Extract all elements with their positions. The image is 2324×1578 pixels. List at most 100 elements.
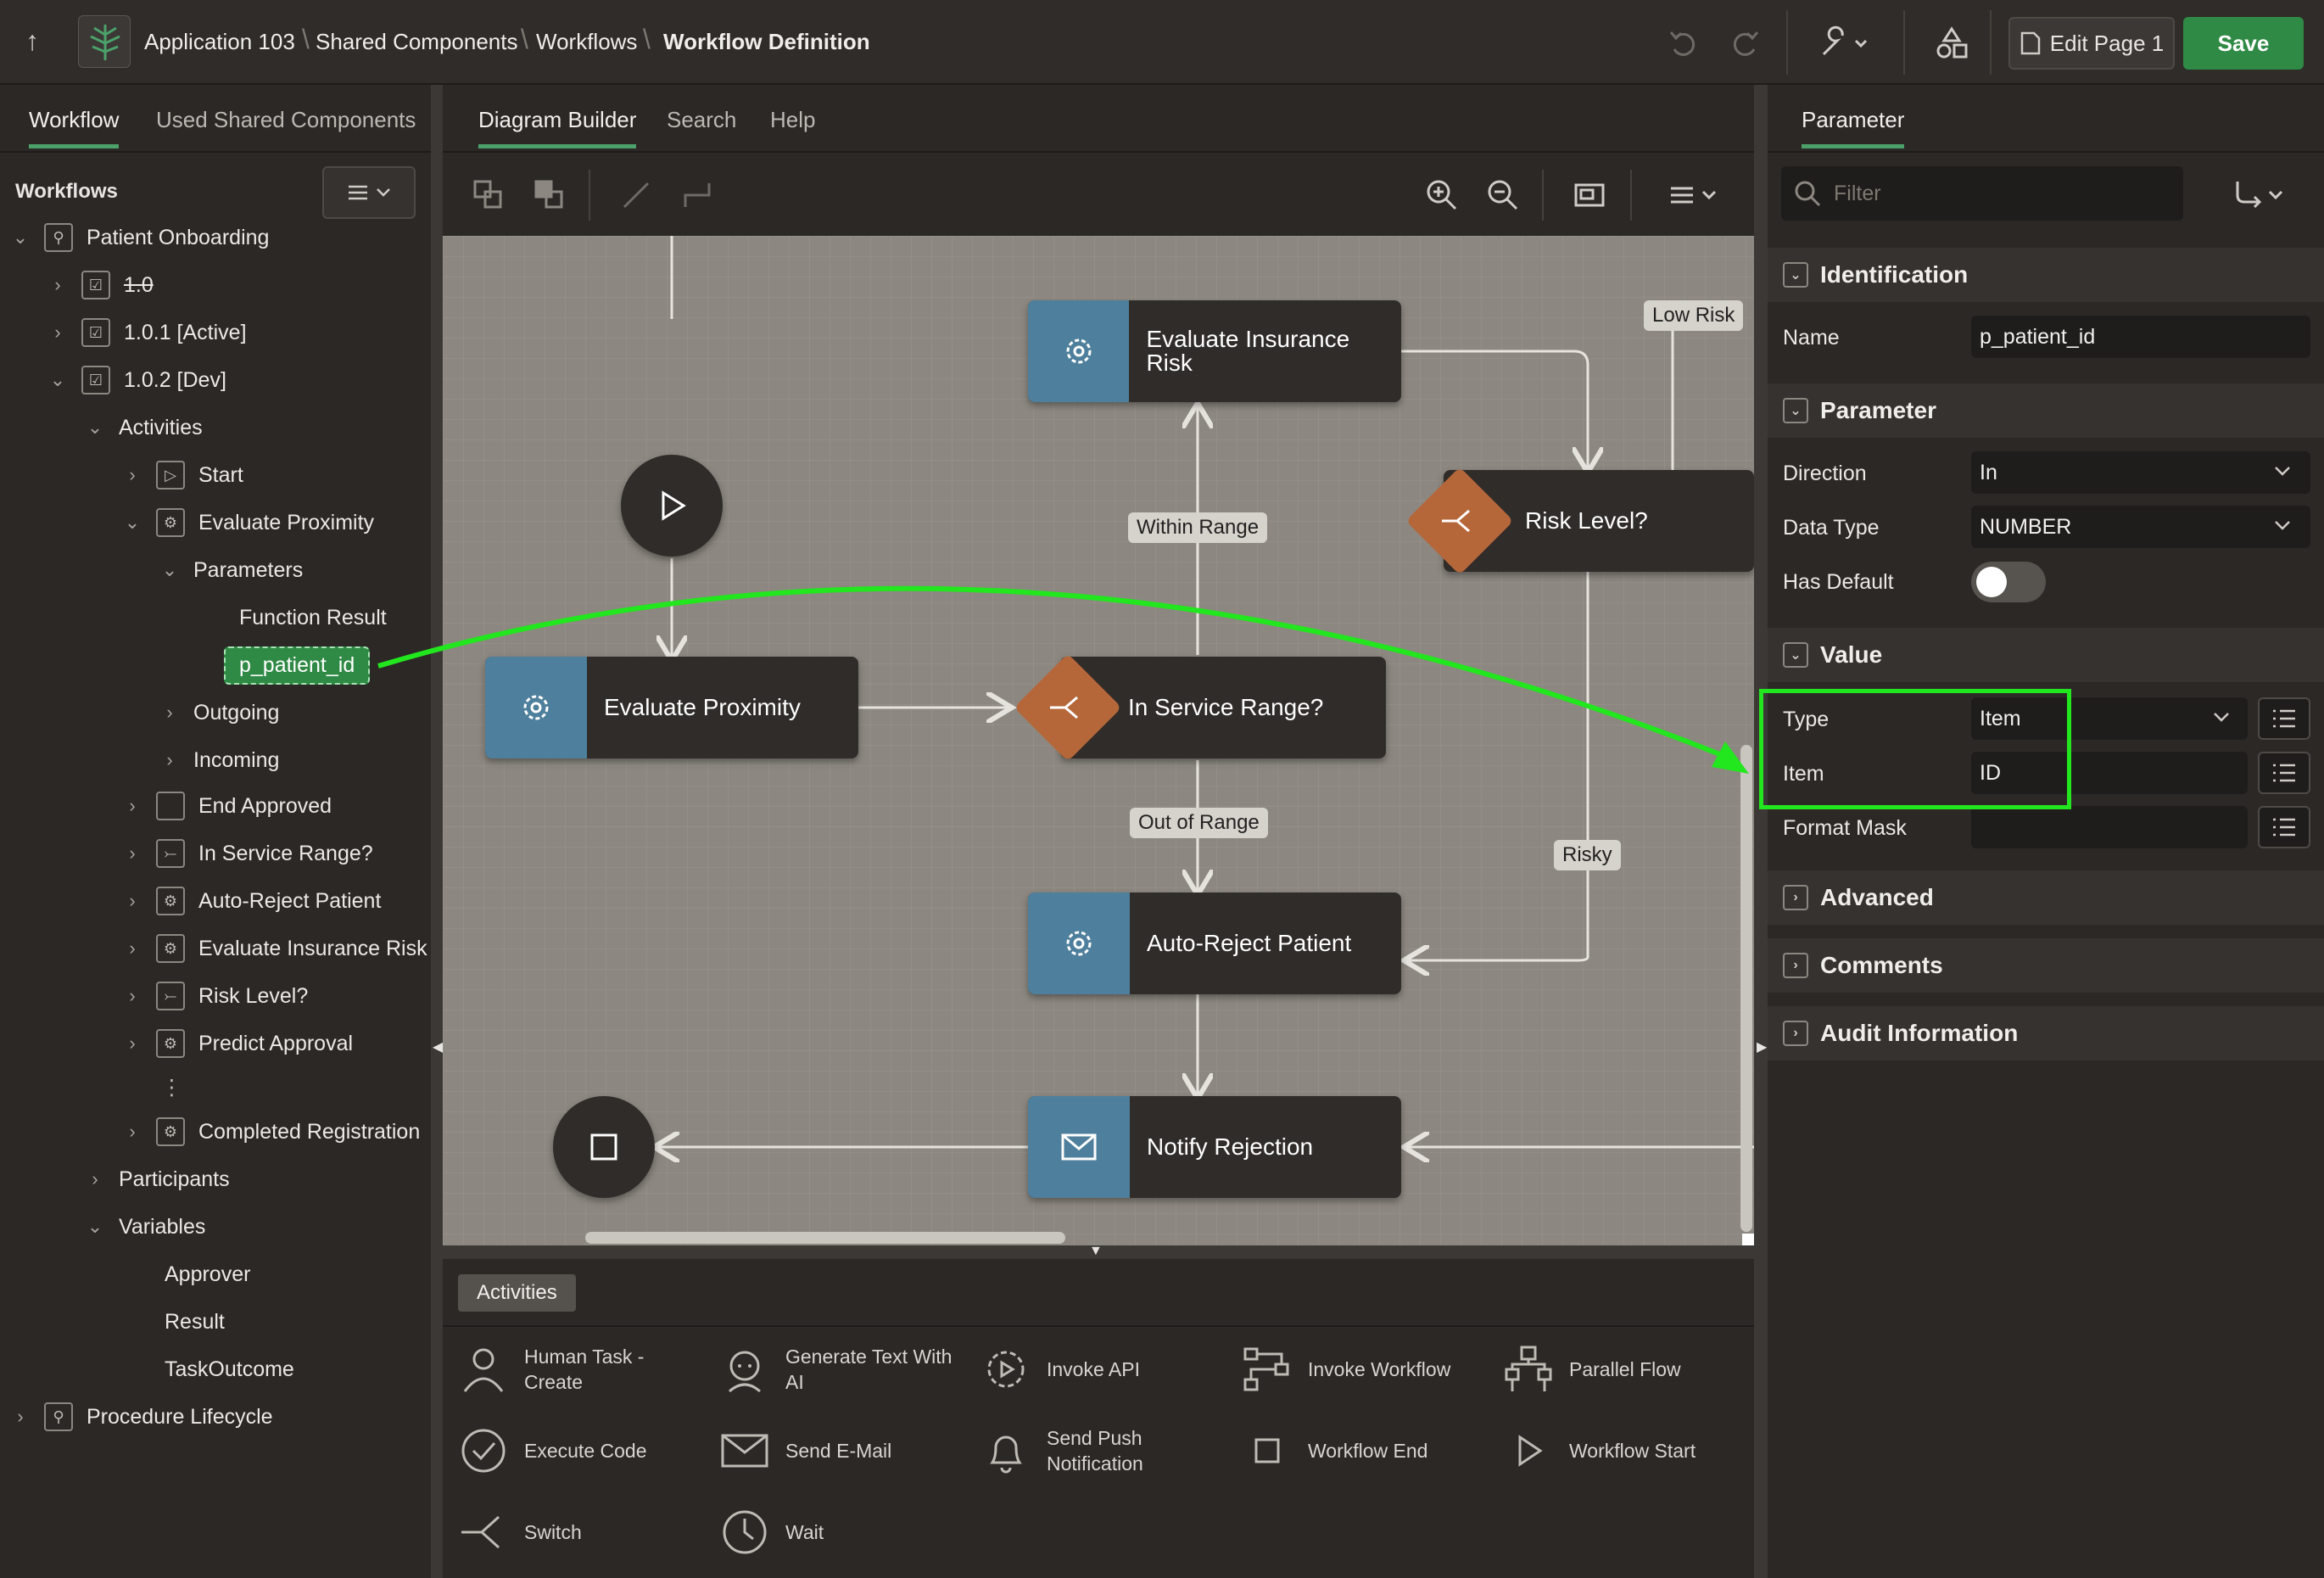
chevron-right-icon[interactable]: › — [122, 464, 142, 486]
tree-menu-button[interactable] — [322, 166, 416, 219]
chevron-down-icon[interactable]: ⌄ — [85, 417, 105, 439]
tree-node-variables[interactable]: ⌄ Variables — [85, 1203, 206, 1251]
palette-item-switch[interactable]: Switch — [458, 1507, 582, 1558]
tree-node-activities[interactable]: ⌄ Activities — [85, 404, 203, 451]
palette-item-invoke-api[interactable]: Invoke API — [980, 1344, 1140, 1395]
tab-help[interactable]: Help — [770, 107, 815, 133]
group-advanced[interactable]: › Advanced — [1768, 870, 2324, 925]
undo-icon[interactable] — [1664, 24, 1703, 63]
chevron-down-icon[interactable]: ⌄ — [1783, 398, 1808, 423]
tree-node-procedure-lifecycle[interactable]: › ⚲ Procedure Lifecycle — [10, 1393, 273, 1441]
palette-item-workflow-end[interactable]: Workflow End — [1242, 1425, 1427, 1476]
chevron-right-icon[interactable]: › — [159, 702, 180, 724]
group-parameter[interactable]: ⌄ Parameter — [1768, 383, 2324, 438]
palette-tab-activities[interactable]: Activities — [458, 1274, 576, 1312]
up-arrow-icon[interactable]: ↑ — [25, 25, 53, 59]
tree-node-participants[interactable]: › Participants — [85, 1156, 229, 1203]
tree-node-taskoutcome[interactable]: TaskOutcome — [165, 1346, 294, 1393]
chevron-down-icon[interactable]: ⌄ — [159, 559, 180, 581]
tab-search[interactable]: Search — [667, 107, 736, 133]
palette-item-wait[interactable]: Wait — [719, 1507, 824, 1558]
chevron-down-icon[interactable]: ⌄ — [85, 1216, 105, 1238]
tree-node-evaluate-proximity[interactable]: ⌄ ⚙ Evaluate Proximity — [122, 499, 374, 546]
chevron-right-icon[interactable]: › — [122, 937, 142, 960]
app-logo-icon[interactable] — [78, 15, 131, 68]
chevron-right-icon[interactable]: › — [122, 842, 142, 865]
tree-node-version-1-0-2[interactable]: ⌄ ☑ 1.0.2 [Dev] — [47, 356, 226, 404]
chevron-right-icon[interactable]: › — [122, 1121, 142, 1143]
chevron-right-icon[interactable]: › — [1783, 885, 1808, 910]
name-field[interactable]: p_patient_id — [1971, 316, 2310, 358]
tab-workflow[interactable]: Workflow — [29, 107, 120, 148]
group-value[interactable]: ⌄ Value — [1768, 628, 2324, 682]
palette-item-invoke-workflow[interactable]: Invoke Workflow — [1242, 1344, 1450, 1395]
right-splitter[interactable]: ▶ — [1754, 85, 1768, 1578]
node-auto-reject-patient[interactable]: Auto-Reject Patient — [1028, 893, 1401, 994]
tree-node-approver[interactable]: Approver — [165, 1251, 250, 1298]
chevron-down-icon[interactable]: ⌄ — [47, 369, 68, 391]
tree-node-in-service-range[interactable]: › ⤚ In Service Range? — [122, 830, 373, 877]
collapse-right-arrow-icon[interactable]: ▶ — [1757, 1038, 1767, 1055]
tree-node-auto-reject-patient[interactable]: › ⚙ Auto-Reject Patient — [122, 877, 381, 925]
fit-to-screen-icon[interactable] — [1571, 176, 1608, 214]
edge-label-out-of-range[interactable]: Out of Range — [1130, 808, 1268, 838]
chevron-right-icon[interactable]: › — [122, 1032, 142, 1055]
tab-used-shared-components[interactable]: Used Shared Components — [156, 107, 416, 133]
bring-forward-icon[interactable] — [472, 178, 506, 212]
breadcrumb-shared-components[interactable]: Shared Components — [316, 29, 517, 55]
wrench-menu-icon[interactable] — [1815, 24, 1874, 63]
send-backward-icon[interactable] — [533, 178, 567, 212]
tree-node-evaluate-insurance-risk[interactable]: › ⚙ Evaluate Insurance Risk — [122, 925, 427, 972]
node-evaluate-insurance-risk[interactable]: Evaluate Insurance Risk — [1028, 300, 1401, 402]
tree-node-function-result[interactable]: Function Result — [239, 594, 387, 641]
tree-node-risk-level[interactable]: › ⤚ Risk Level? — [122, 972, 308, 1020]
chevron-right-icon[interactable]: › — [159, 749, 180, 771]
breadcrumb-application[interactable]: Application 103 — [144, 29, 295, 55]
node-risk-level[interactable]: Risk Level? — [1405, 467, 1754, 575]
tree-node-end-approved[interactable]: › End Approved — [122, 782, 332, 830]
collapse-left-arrow-icon[interactable]: ◀ — [433, 1038, 443, 1055]
chevron-down-icon[interactable]: ⌄ — [1783, 642, 1808, 668]
chevron-down-icon[interactable]: ⌄ — [10, 227, 31, 249]
group-identification[interactable]: ⌄ Identification — [1768, 248, 2324, 302]
palette-item-execute-code[interactable]: Execute Code — [458, 1425, 646, 1476]
edit-page-button[interactable]: Edit Page 1 — [2008, 17, 2175, 70]
edge-label-within-range[interactable]: Within Range — [1128, 512, 1268, 543]
zoom-in-icon[interactable] — [1423, 176, 1461, 214]
start-event-node[interactable] — [621, 455, 723, 557]
tree-node-incoming[interactable]: › Incoming — [159, 736, 279, 784]
save-button[interactable]: Save — [2183, 17, 2304, 70]
chevron-right-icon[interactable]: › — [1783, 1021, 1808, 1046]
palette-item-human-task[interactable]: Human Task - Create — [458, 1344, 651, 1395]
tree-node-outgoing[interactable]: › Outgoing — [159, 689, 279, 736]
format-mask-field[interactable] — [1971, 806, 2248, 848]
filter-input[interactable]: Filter — [1781, 166, 2183, 221]
horizontal-scrollbar[interactable] — [585, 1232, 1065, 1244]
palette-item-send-email[interactable]: Send E-Mail — [719, 1425, 891, 1476]
node-in-service-range[interactable]: In Service Range? — [1014, 653, 1386, 762]
chevron-right-icon[interactable]: › — [122, 795, 142, 817]
tree-node-p-patient-id[interactable]: p_patient_id — [224, 641, 371, 689]
palette-item-workflow-start[interactable]: Workflow Start — [1503, 1425, 1696, 1476]
chevron-right-icon[interactable]: › — [122, 985, 142, 1007]
tree-node-predict-approval[interactable]: › ⚙ Predict Approval — [122, 1020, 353, 1067]
palette-item-generate-text-ai[interactable]: Generate Text With AI — [719, 1344, 955, 1395]
chevron-right-icon[interactable]: › — [85, 1168, 105, 1190]
tree-node-parameters[interactable]: ⌄ Parameters — [159, 546, 303, 594]
group-comments[interactable]: › Comments — [1768, 938, 2324, 993]
tree-node-version-1-0[interactable]: › ☑ 1.0 — [47, 261, 154, 309]
palette-item-parallel-flow[interactable]: Parallel Flow — [1503, 1344, 1681, 1395]
elbow-connector-icon[interactable] — [680, 178, 714, 212]
selected-parameter-label[interactable]: p_patient_id — [224, 646, 371, 685]
chevron-right-icon[interactable]: › — [10, 1406, 31, 1428]
end-event-node[interactable] — [553, 1096, 655, 1198]
diagram-canvas[interactable]: Evaluate Insurance Risk Risk Level? Eval… — [443, 236, 1754, 1245]
chevron-down-icon[interactable]: ⌄ — [122, 512, 142, 534]
go-to-group-icon[interactable] — [2231, 176, 2290, 214]
group-audit-information[interactable]: › Audit Information — [1768, 1006, 2324, 1060]
tab-parameter[interactable]: Parameter — [1802, 107, 1905, 148]
direction-select[interactable]: In — [1971, 451, 2310, 494]
tree-node-result[interactable]: Result — [165, 1298, 225, 1346]
tree-node-patient-onboarding[interactable]: ⌄ ⚲ Patient Onboarding — [10, 214, 269, 261]
tree-node-completed-registration[interactable]: › ⚙ Completed Registration — [122, 1108, 420, 1156]
